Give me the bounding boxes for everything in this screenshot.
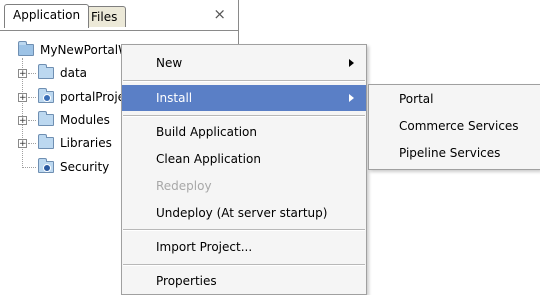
menu-item-label: Install — [156, 91, 193, 105]
menu-item-label: Properties — [156, 274, 217, 288]
tab-application-label: Application — [13, 8, 81, 22]
project-folder-icon — [18, 41, 34, 56]
tree-connector — [28, 120, 36, 121]
menu-item-install[interactable]: Install — [122, 85, 366, 111]
tree-connector — [28, 73, 36, 74]
tree-connector — [22, 167, 36, 168]
submenu-item-commerce-services[interactable]: Commerce Services — [369, 113, 540, 139]
tree-connector — [28, 143, 36, 144]
expand-icon[interactable]: + — [18, 139, 27, 149]
menu-separator — [123, 80, 365, 82]
portal-folder-icon — [38, 88, 54, 103]
expand-icon[interactable]: + — [18, 69, 27, 79]
menu-separator — [123, 115, 365, 117]
folder-icon — [38, 111, 54, 126]
install-submenu: Portal Commerce Services Pipeline Servic… — [368, 84, 540, 170]
submenu-arrow-icon — [349, 59, 354, 67]
tree-item-label: Security — [60, 160, 110, 174]
menu-item-label: Redeploy — [156, 179, 212, 193]
menu-item-properties[interactable]: Properties — [122, 268, 366, 294]
menu-item-label: New — [156, 56, 183, 70]
menu-item-build-application[interactable]: Build Application — [122, 119, 366, 145]
key-badge-icon — [43, 164, 51, 172]
expand-icon[interactable]: + — [18, 93, 27, 103]
submenu-item-label: Pipeline Services — [399, 146, 501, 160]
panel-tabstrip: Application Files × — [0, 0, 238, 31]
submenu-item-portal[interactable]: Portal — [369, 86, 540, 112]
tree-connector — [28, 97, 36, 98]
tree-item-label: Libraries — [60, 136, 112, 150]
folder-icon — [38, 64, 54, 79]
menu-item-label: Import Project... — [156, 240, 253, 254]
tree-item-label: Modules — [60, 113, 110, 127]
security-folder-icon — [38, 158, 54, 173]
menu-item-label: Build Application — [156, 125, 257, 139]
expand-icon[interactable]: + — [18, 116, 27, 126]
menu-item-label: Undeploy (At server startup) — [156, 206, 328, 220]
submenu-item-label: Commerce Services — [399, 119, 519, 133]
tree-item-label: data — [60, 66, 88, 80]
folder-icon — [38, 134, 54, 149]
tab-application[interactable]: Application — [4, 4, 90, 28]
menu-separator — [123, 264, 365, 266]
menu-item-undeploy[interactable]: Undeploy (At server startup) — [122, 200, 366, 226]
menu-item-label: Clean Application — [156, 152, 261, 166]
tab-files-label: Files — [91, 10, 118, 24]
menu-separator — [123, 229, 365, 231]
submenu-item-pipeline-services[interactable]: Pipeline Services — [369, 140, 540, 166]
menu-item-clean-application[interactable]: Clean Application — [122, 146, 366, 172]
menu-item-new[interactable]: New — [122, 50, 366, 76]
close-icon[interactable]: × — [213, 6, 226, 22]
submenu-item-label: Portal — [399, 92, 434, 106]
menu-item-import-project[interactable]: Import Project... — [122, 234, 366, 260]
submenu-arrow-icon — [349, 94, 354, 102]
globe-badge-icon — [43, 94, 51, 102]
menu-item-redeploy: Redeploy — [122, 173, 366, 199]
context-menu: New Install Build Application Clean Appl… — [121, 44, 367, 295]
